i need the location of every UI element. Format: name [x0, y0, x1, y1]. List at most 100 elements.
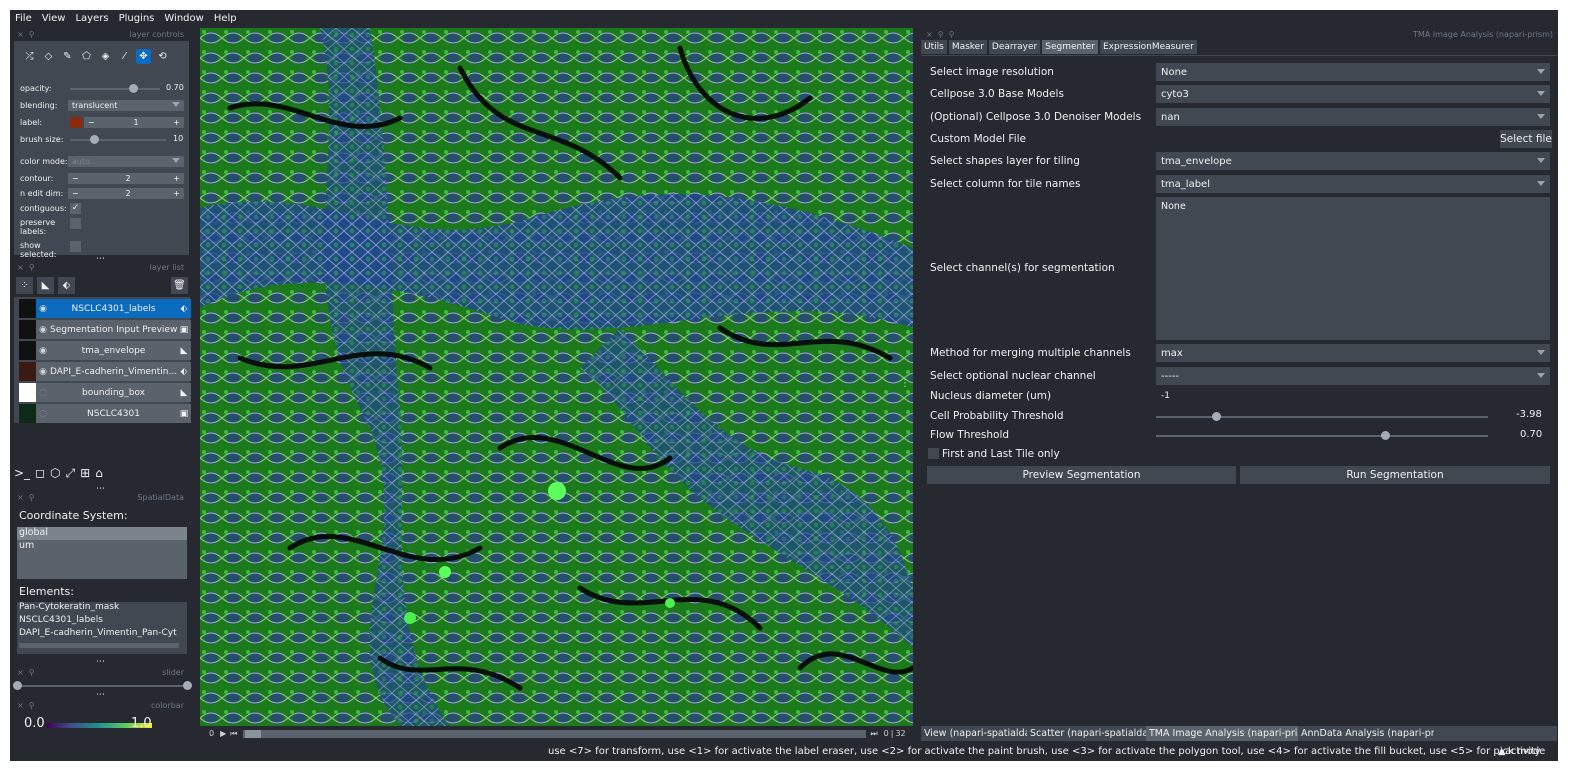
step-forward-icon[interactable]: ⏭	[870, 729, 877, 739]
layer-item-nsclc4301[interactable]: ◌ NSCLC4301 ▣	[19, 404, 191, 423]
tab-tma-image-analysis[interactable]: TMA Image Analysis (napari-prism)	[1146, 726, 1319, 741]
close-icon[interactable]: ×	[17, 668, 24, 677]
play-icon[interactable]: ▶	[220, 729, 226, 738]
dims-slider[interactable]	[243, 729, 867, 738]
close-icon[interactable]: ×	[17, 30, 24, 39]
horizontal-scrollbar[interactable]	[19, 643, 179, 648]
coordinate-item-um[interactable]: um	[17, 540, 187, 553]
element-item[interactable]: Pan-Cytokeratin_mask	[17, 602, 187, 615]
fill-bucket-tool-icon[interactable]: ◈	[98, 49, 113, 64]
decrement-icon[interactable]: −	[88, 118, 95, 127]
decrement-icon[interactable]: −	[72, 174, 79, 183]
elements-list[interactable]: Pan-Cytokeratin_mask NSCLC4301_labels DA…	[17, 602, 187, 654]
increment-icon[interactable]: +	[173, 174, 180, 183]
select-file-button[interactable]: Select file	[1500, 130, 1552, 148]
layer-item-tma-envelope[interactable]: ◉ tma_envelope ◣	[19, 341, 191, 360]
tab-scatter-spatialdata[interactable]: Scatter (napari-spatialdata)	[1027, 726, 1165, 741]
preview-segmentation-button[interactable]: Preview Segmentation	[927, 466, 1236, 484]
nuclear-channel-select[interactable]: -----	[1156, 367, 1550, 385]
home-icon[interactable]: ⌂	[95, 466, 103, 486]
paint-brush-tool-icon[interactable]: ✎	[60, 49, 75, 64]
layer-item-segmentation-input-preview[interactable]: ◉ Segmentation Input Preview ▣	[19, 320, 191, 339]
close-icon[interactable]: ×	[17, 263, 24, 272]
menu-file[interactable]: File	[15, 13, 32, 24]
element-item[interactable]: NSCLC4301_labels	[17, 615, 187, 628]
eye-closed-icon[interactable]: ◌	[36, 388, 50, 398]
decrement-icon[interactable]: −	[72, 189, 79, 198]
flow-threshold-handle[interactable]	[1381, 431, 1391, 440]
label-color-swatch[interactable]	[70, 117, 82, 128]
contiguous-checkbox[interactable]: ✓	[70, 203, 81, 214]
transform-tool-icon[interactable]: ⤮	[22, 49, 37, 64]
nucleus-diameter-input[interactable]: -1	[1156, 388, 1550, 404]
float-icon[interactable]: ⚲	[29, 263, 35, 272]
image-resolution-select[interactable]: None	[1156, 63, 1550, 81]
merge-method-select[interactable]: max	[1156, 344, 1550, 362]
increment-icon[interactable]: +	[173, 189, 180, 198]
polygon-tool-icon[interactable]: ⬠	[79, 49, 94, 64]
coordinate-item-global[interactable]: global	[17, 527, 187, 540]
layer-item-bounding-box[interactable]: ◌ bounding_box ◣	[19, 383, 191, 402]
close-icon[interactable]: ×	[17, 493, 24, 502]
step-back-icon[interactable]: ⏮	[230, 729, 237, 739]
color-mode-select[interactable]: auto	[68, 156, 184, 167]
element-item[interactable]: DAPI_E-cadherin_Vimentin_Pan-Cytoke	[17, 628, 177, 641]
cell-probability-handle[interactable]	[1211, 412, 1221, 421]
new-shapes-layer-icon[interactable]: ◣	[37, 277, 54, 294]
menu-window[interactable]: Window	[164, 13, 203, 24]
float-icon[interactable]: ⚲	[29, 30, 35, 39]
preserve-labels-checkbox[interactable]	[70, 218, 81, 229]
activity-button[interactable]: ▲activity	[1498, 746, 1540, 757]
opacity-slider[interactable]	[70, 84, 160, 93]
layer-item-dapi-ecadherin-vimentin[interactable]: ◉ DAPI_E-cadherin_Vimentin... ⬖	[19, 362, 191, 381]
close-icon[interactable]: ×	[17, 701, 24, 710]
n-edit-dim-spinbox[interactable]: − 2 +	[68, 188, 184, 199]
tab-segmenter[interactable]: Segmenter	[1042, 40, 1098, 54]
flow-threshold-slider[interactable]	[1156, 431, 1488, 440]
range-slider-min-handle[interactable]	[13, 681, 22, 690]
label-spinbox[interactable]: − 1 +	[84, 117, 184, 128]
rotate-tool-icon[interactable]: ⟲	[155, 49, 170, 64]
increment-icon[interactable]: +	[173, 118, 180, 127]
first-last-tile-checkbox[interactable]	[928, 448, 939, 459]
tab-utils[interactable]: Utils	[921, 40, 947, 54]
menu-help[interactable]: Help	[214, 13, 237, 24]
coordinate-system-list[interactable]: global um	[17, 527, 187, 579]
channel-list[interactable]: None	[1156, 197, 1550, 340]
menu-view[interactable]: View	[42, 13, 66, 24]
canvas-resize-handle[interactable]: ⋮	[900, 378, 910, 389]
picker-tool-icon[interactable]: ⁄	[117, 49, 132, 64]
float-icon[interactable]: ⚲	[29, 668, 35, 677]
new-labels-layer-icon[interactable]: ⬖	[58, 277, 75, 294]
eye-closed-icon[interactable]: ◌	[36, 409, 50, 419]
blending-select[interactable]: translucent	[68, 100, 184, 111]
eye-icon[interactable]: ◉	[36, 346, 50, 356]
float-icon[interactable]: ⚲	[29, 493, 35, 502]
new-points-layer-icon[interactable]: ⁘	[16, 277, 33, 294]
channel-item[interactable]: None	[1161, 201, 1545, 212]
image-canvas[interactable]: ⋮	[200, 28, 913, 726]
transpose-icon[interactable]: ⤢	[66, 466, 76, 486]
eye-icon[interactable]: ◉	[36, 367, 50, 377]
tab-dearrayer[interactable]: Dearrayer	[988, 40, 1041, 54]
tab-expression-measurer[interactable]: ExpressionMeasurer	[1099, 40, 1197, 54]
dims-slider-handle[interactable]	[245, 729, 262, 738]
tab-masker[interactable]: Masker	[948, 40, 987, 54]
run-segmentation-button[interactable]: Run Segmentation	[1240, 466, 1550, 484]
tile-column-select[interactable]: tma_label	[1156, 175, 1550, 193]
eye-icon[interactable]: ◉	[36, 325, 50, 335]
eye-icon[interactable]: ◉	[36, 304, 50, 314]
base-models-select[interactable]: cyto3	[1156, 85, 1550, 103]
float-icon[interactable]: ⚲	[938, 30, 944, 39]
range-slider-max-handle[interactable]	[183, 681, 192, 690]
grid-icon[interactable]: ⊞	[80, 466, 90, 486]
range-slider[interactable]	[13, 681, 192, 690]
roll-dims-icon[interactable]: ⬡	[50, 466, 60, 486]
ndisplay-toggle-icon[interactable]: ◻	[35, 466, 45, 486]
brush-size-slider[interactable]	[70, 135, 166, 144]
float-icon[interactable]: ⚲	[29, 701, 35, 710]
delete-layer-icon[interactable]: 🗑	[171, 277, 188, 294]
custom-model-file-input[interactable]	[1156, 130, 1498, 148]
pan-zoom-tool-icon[interactable]: ✥	[136, 49, 151, 64]
opacity-slider-handle[interactable]	[129, 84, 138, 93]
